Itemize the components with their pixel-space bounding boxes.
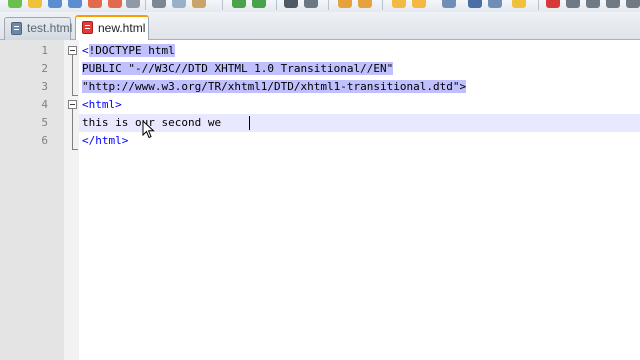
close-all-icon[interactable] xyxy=(108,0,122,8)
code-text[interactable]: PUBLIC "-//W3C//DTD XHTML 1.0 Transition… xyxy=(82,60,394,78)
zoom-in-icon[interactable] xyxy=(338,0,352,8)
sync-scroll-icon[interactable] xyxy=(392,0,406,8)
redo-icon[interactable] xyxy=(252,0,266,8)
code-text[interactable]: </html> xyxy=(82,132,128,150)
paste-icon[interactable] xyxy=(192,0,206,8)
code-line: 6 </html> xyxy=(0,132,640,150)
word-wrap-icon[interactable] xyxy=(442,0,456,8)
line-number: 2 xyxy=(41,62,48,75)
save-all-icon[interactable] xyxy=(68,0,82,8)
language-icon[interactable] xyxy=(512,0,526,8)
cut-icon[interactable] xyxy=(152,0,166,8)
undo-icon[interactable] xyxy=(232,0,246,8)
toolbar-separator xyxy=(538,0,539,10)
indent-guide-icon[interactable] xyxy=(488,0,502,8)
fold-toggle-icon[interactable] xyxy=(68,46,77,55)
sync-horizontal-icon[interactable] xyxy=(412,0,426,8)
toolbar-separator xyxy=(382,0,383,10)
notepad-plus-plus-window: test.html new.html 1 <!DOCTYPE html 2 PU… xyxy=(0,0,640,360)
copy-icon[interactable] xyxy=(172,0,186,8)
selected-text: PUBLIC "-//W3C//DTD XHTML 1.0 Transition… xyxy=(82,62,394,75)
tab-test-html[interactable]: test.html xyxy=(4,17,73,40)
toolbar-separator xyxy=(276,0,277,10)
tab-label: new.html xyxy=(98,21,146,35)
open-file-icon[interactable] xyxy=(28,0,42,8)
code-line: 2 PUBLIC "-//W3C//DTD XHTML 1.0 Transiti… xyxy=(0,60,640,78)
line-number: 6 xyxy=(41,134,48,147)
code-editor[interactable]: 1 <!DOCTYPE html 2 PUBLIC "-//W3C//DTD X… xyxy=(0,40,640,360)
play-macro-icon[interactable] xyxy=(586,0,600,8)
tab-new-html[interactable]: new.html xyxy=(75,15,149,41)
replace-icon[interactable] xyxy=(304,0,318,8)
selected-text: !DOCTYPE html xyxy=(88,44,175,57)
line-number: 4 xyxy=(41,98,48,111)
toolbar-separator xyxy=(145,0,146,10)
run-macro-multiple-icon[interactable] xyxy=(606,0,620,8)
new-file-icon[interactable] xyxy=(8,0,22,8)
line-number: 5 xyxy=(41,116,48,129)
toolbar xyxy=(0,0,640,12)
code-text[interactable]: <html> xyxy=(82,96,122,114)
tab-label: test.html xyxy=(27,21,73,35)
code-token: < xyxy=(82,44,89,57)
line-number: 3 xyxy=(41,80,48,93)
show-all-chars-icon[interactable] xyxy=(468,0,482,8)
code-line: 1 <!DOCTYPE html xyxy=(0,42,640,60)
line-number: 1 xyxy=(41,44,48,57)
print-icon[interactable] xyxy=(126,0,140,8)
html-file-icon xyxy=(82,21,93,34)
text-caret xyxy=(249,116,250,130)
save-icon[interactable] xyxy=(48,0,62,8)
stop-macro-icon[interactable] xyxy=(566,0,580,8)
code-text[interactable]: "http://www.w3.org/TR/xhtml1/DTD/xhtml1-… xyxy=(82,78,467,96)
code-line: 4 <html> xyxy=(0,96,640,114)
record-macro-icon[interactable] xyxy=(546,0,560,8)
toolbar-separator xyxy=(328,0,329,10)
mouse-pointer-icon xyxy=(142,120,155,139)
find-icon[interactable] xyxy=(284,0,298,8)
selected-text: "http://www.w3.org/TR/xhtml1/DTD/xhtml1-… xyxy=(82,80,467,93)
close-icon[interactable] xyxy=(88,0,102,8)
code-line-current: 5 this is our second we xyxy=(0,114,640,132)
code-text[interactable]: <!DOCTYPE html xyxy=(82,42,175,60)
fold-toggle-icon[interactable] xyxy=(68,100,77,109)
code-line: 3 "http://www.w3.org/TR/xhtml1/DTD/xhtml… xyxy=(0,78,640,96)
html-file-icon xyxy=(11,22,22,35)
save-macro-icon[interactable] xyxy=(626,0,640,8)
document-tab-bar: test.html new.html xyxy=(0,12,640,41)
toolbar-separator xyxy=(222,0,223,10)
zoom-out-icon[interactable] xyxy=(358,0,372,8)
